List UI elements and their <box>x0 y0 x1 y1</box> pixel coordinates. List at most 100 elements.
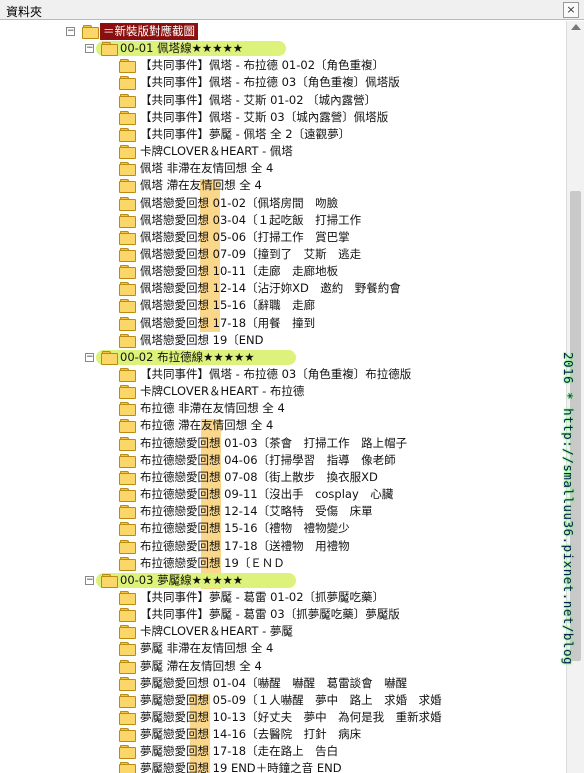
tree-row-group[interactable]: − 00-01 佩塔線★★★★★ <box>0 40 560 57</box>
folder-body <box>119 507 136 520</box>
item-folder-label: 【共同事件】佩塔 - 艾斯 03〔城內露營〕佩塔版 <box>140 109 389 124</box>
item-folder-label: 布拉德戀愛回想 07-08〔街上散步 換衣服XD <box>140 469 378 484</box>
item-folder-label: 夢魘 非滯在友情回想 全 4 <box>140 641 274 656</box>
tree-row-item[interactable]: 夢魘戀愛回想 01-04〔嚇醒 嚇醒 葛雷談會 嚇醒 <box>0 675 560 692</box>
tree-row-item[interactable]: 布拉德戀愛回想 12-14〔艾略特 受傷 床單 <box>0 503 560 520</box>
tree-row-item[interactable]: 布拉德戀愛回想 15-16〔禮物 禮物變少 <box>0 520 560 537</box>
tree-row-item[interactable]: 卡牌CLOVER＆HEART - 夢魘 <box>0 623 560 640</box>
folder-icon <box>119 505 136 520</box>
tree-row-item[interactable]: 佩塔戀愛回想 10-11〔走廊 走廊地板 <box>0 263 560 280</box>
tree-row-item[interactable]: 佩塔戀愛回想 01-02〔佩塔房間 吻臉 <box>0 195 560 212</box>
folder-icon <box>82 25 99 39</box>
folder-icon <box>119 162 136 177</box>
folder-icon <box>119 728 136 743</box>
folder-icon <box>119 282 136 297</box>
item-folder-label: 【共同事件】佩塔 - 布拉德 01-02〔角色重複〕 <box>140 58 385 73</box>
folder-icon <box>101 42 118 57</box>
folder-body <box>119 524 136 537</box>
tree-row-item[interactable]: 【共同事件】佩塔 - 艾斯 01-02 〔城內露營〕 <box>0 92 560 109</box>
close-icon[interactable]: × <box>563 2 579 18</box>
folder-icon <box>119 659 136 674</box>
item-folder-label: 夢魘戀愛回想 01-04〔嚇醒 嚇醒 葛雷談會 嚇醒 <box>140 675 408 690</box>
folder-body <box>119 610 136 623</box>
folder-icon <box>119 385 136 400</box>
tree-row-root[interactable]: − ＝新裝版對應截圖 <box>0 23 560 40</box>
tree-row-item[interactable]: 布拉德戀愛回想 19〔ＥＮＤ <box>0 555 560 572</box>
folder-icon <box>119 608 136 623</box>
folder-body <box>119 249 136 262</box>
tree-row-item[interactable]: 卡牌CLOVER＆HEART - 佩塔 <box>0 143 560 160</box>
tree-row-item[interactable]: 卡牌CLOVER＆HEART - 布拉德 <box>0 383 560 400</box>
tree-row-item[interactable]: 佩塔戀愛回想 15-16〔辭職 走廊 <box>0 297 560 314</box>
tree-row-group[interactable]: − 00-02 布拉德線★★★★★ <box>0 349 560 366</box>
tree-row-item[interactable]: 布拉德戀愛回想 04-06〔打掃學習 指導 像老師 <box>0 452 560 469</box>
folder-body <box>119 335 136 348</box>
item-folder-label: 夢魘戀愛回想 10-13〔好丈夫 夢中 為何是我 重新求婚 <box>140 710 442 724</box>
item-folder-label: 佩塔戀愛回想 12-14〔沾汙妳XD 邀約 野餐約會 <box>140 281 401 296</box>
folder-body <box>119 404 136 417</box>
tree-row-item[interactable]: 【共同事件】佩塔 - 艾斯 03〔城內露營〕佩塔版 <box>0 109 560 126</box>
folder-icon <box>119 127 136 142</box>
tree-row-item[interactable]: 佩塔戀愛回想 19〔END <box>0 332 560 349</box>
folder-body <box>119 558 136 571</box>
item-folder-label: 【共同事件】夢魘 - 佩塔 全 2〔遠觀夢〕 <box>140 126 351 141</box>
tree-row-item[interactable]: 佩塔戀愛回想 03-04〔１起吃飯 打掃工作 <box>0 212 560 229</box>
tree-row-item[interactable]: 【共同事件】夢魘 - 葛雷 03〔抓夢魘吃藥〕夢魘版 <box>0 606 560 623</box>
tree-row-item[interactable]: 夢魘 滯在友情回想 全 4 <box>0 658 560 675</box>
folder-body <box>101 44 118 57</box>
folder-icon <box>101 350 118 365</box>
tree-row-item[interactable]: 夢魘戀愛回想 17-18〔走在路上 告白 <box>0 743 560 760</box>
item-folder-label: 佩塔戀愛回想 01-02〔佩塔房間 吻臉 <box>140 195 339 210</box>
folder-icon <box>119 762 136 773</box>
tree-row-item[interactable]: 夢魘 非滯在友情回想 全 4 <box>0 640 560 657</box>
tree-row-item[interactable]: 佩塔戀愛回想 17-18〔用餐 撞到 <box>0 315 560 332</box>
folder-tree: − ＝新裝版對應截圖 −00-01 佩塔線★★★★★ 【共同事件】佩塔 - 布拉德 0… <box>0 21 566 773</box>
item-folder-label: 佩塔 滯在友情回想 全 4 <box>140 178 262 193</box>
tree-row-item[interactable]: 【共同事件】佩塔 - 布拉德 01-02〔角色重複〕 <box>0 57 560 74</box>
collapse-icon[interactable]: − <box>85 575 94 585</box>
scroll-up-icon[interactable] <box>571 24 581 30</box>
tree-row-item[interactable]: 【共同事件】夢魘 - 佩塔 全 2〔遠觀夢〕 <box>0 126 560 143</box>
tree-row-item[interactable]: 【共同事件】佩塔 - 布拉德 03〔角色重複〕布拉德版 <box>0 366 560 383</box>
folder-icon <box>119 402 136 417</box>
folder-icon <box>119 676 136 691</box>
item-folder-label: 卡牌CLOVER＆HEART - 夢魘 <box>140 624 293 639</box>
item-folder-label: 【共同事件】夢魘 - 葛雷 03〔抓夢魘吃藥〕夢魘版 <box>140 607 400 622</box>
item-folder-label: 布拉德戀愛回想 12-14〔艾略特 受傷 床單 <box>140 504 373 519</box>
tree-row-item[interactable]: 【共同事件】夢魘 - 葛雷 01-02〔抓夢魘吃藥〕 <box>0 589 560 606</box>
collapse-icon[interactable]: − <box>66 27 75 36</box>
tree-row-item[interactable]: 布拉德 滯在友情回想 全 4 <box>0 417 560 434</box>
tree-row-item[interactable]: 夢魘戀愛回想 19 END＋時鐘之音 END <box>0 760 560 773</box>
folder-body <box>119 387 136 400</box>
collapse-icon[interactable]: − <box>85 352 94 362</box>
tree-row-item[interactable]: 佩塔 滯在友情回想 全 4 <box>0 177 560 194</box>
tree-row-item[interactable]: 佩塔 非滯在友情回想 全 4 <box>0 160 560 177</box>
tree-row-item[interactable]: 布拉德戀愛回想 01-03〔茶會 打掃工作 路上帽子 <box>0 435 560 452</box>
folder-body <box>119 301 136 314</box>
item-folder-label: 布拉德戀愛回想 15-16〔禮物 禮物變少 <box>140 521 350 536</box>
pane-title: 資料夾 <box>6 5 43 19</box>
tree-row-item[interactable]: 布拉德戀愛回想 09-11〔沒出手 cosplay 心臟 <box>0 486 560 503</box>
root-folder-label: ＝新裝版對應截圖 <box>100 23 198 40</box>
item-folder-label: 布拉德戀愛回想 09-11〔沒出手 cosplay 心臟 <box>140 487 394 502</box>
tree-row-group[interactable]: − 00-03 夢魘線★★★★★ <box>0 572 560 589</box>
folder-icon <box>119 453 136 468</box>
tree-row-item[interactable]: 佩塔戀愛回想 07-09〔撞到了 艾斯 逃走 <box>0 246 560 263</box>
folder-icon <box>119 642 136 657</box>
tree-row-item[interactable]: 布拉德戀愛回想 07-08〔街上散步 換衣服XD <box>0 469 560 486</box>
collapse-icon[interactable]: − <box>85 44 94 54</box>
tree-row-item[interactable]: 布拉德 非滯在友情回想 全 4 <box>0 400 560 417</box>
tree-row-item[interactable]: 夢魘戀愛回想 10-13〔好丈夫 夢中 為何是我 重新求婚 <box>0 709 560 726</box>
folder-body <box>119 627 136 640</box>
folder-body <box>119 764 136 773</box>
tree-row-item[interactable]: 佩塔戀愛回想 12-14〔沾汙妳XD 邀約 野餐約會 <box>0 280 560 297</box>
folder-body <box>119 267 136 280</box>
item-folder-label: 佩塔戀愛回想 05-06〔打掃工作 賞巴掌 <box>140 229 350 244</box>
tree-row-item[interactable]: 佩塔戀愛回想 05-06〔打掃工作 賞巴掌 <box>0 229 560 246</box>
tree-row-item[interactable]: 夢魘戀愛回想 14-16〔去醫院 打針 病床 <box>0 726 560 743</box>
tree-row-item[interactable]: 夢魘戀愛回想 05-09〔１人嚇醒 夢中 路上 求婚 求婚 <box>0 692 560 709</box>
item-folder-label: 夢魘戀愛回想 05-09〔１人嚇醒 夢中 路上 求婚 求婚 <box>140 692 442 707</box>
folder-icon <box>119 470 136 485</box>
tree-row-item[interactable]: 【共同事件】佩塔 - 布拉德 03〔角色重複〕佩塔版 <box>0 74 560 91</box>
tree-row-item[interactable]: 布拉德戀愛回想 17-18〔送禮物 用禮物 <box>0 538 560 555</box>
